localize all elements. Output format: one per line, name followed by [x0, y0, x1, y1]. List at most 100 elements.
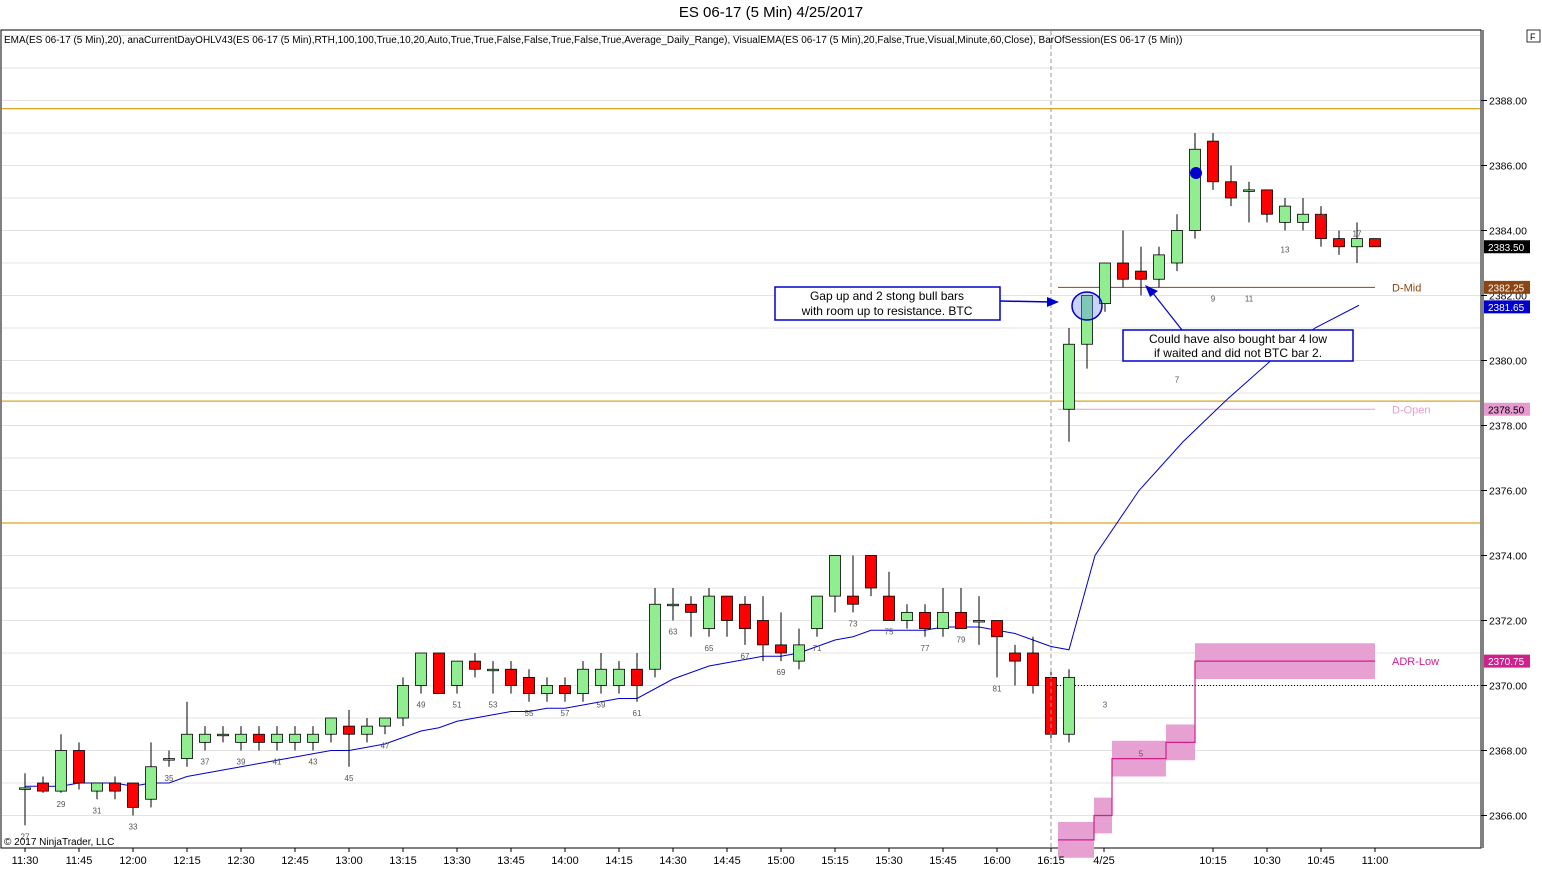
bar-number: 37: [201, 758, 210, 767]
bull-candle[interactable]: [793, 644, 805, 662]
bull-candle[interactable]: [1351, 238, 1363, 248]
entry-marker-dot: [1190, 167, 1202, 179]
bull-candle[interactable]: [397, 685, 409, 719]
bear-candle[interactable]: [109, 782, 121, 792]
x-tick-label: 14:00: [551, 855, 579, 867]
bull-candle[interactable]: [667, 603, 679, 607]
bear-candle[interactable]: [253, 733, 265, 743]
bull-candle[interactable]: [289, 733, 301, 743]
bull-candle[interactable]: [451, 660, 463, 686]
bear-candle[interactable]: [559, 685, 571, 695]
bull-candle[interactable]: [811, 595, 823, 630]
bull-candle[interactable]: [181, 733, 193, 760]
level-label-d-mid: D-Mid: [1392, 282, 1421, 294]
level-label-adr-low: ADR-Low: [1392, 656, 1439, 668]
bull-candle[interactable]: [1063, 343, 1075, 410]
bear-candle[interactable]: [1333, 238, 1345, 248]
bull-candle[interactable]: [55, 750, 67, 792]
bar-number: 51: [453, 701, 462, 710]
bull-candle[interactable]: [577, 668, 589, 695]
highlight-circle: [1071, 291, 1103, 321]
bar-number: 41: [273, 758, 282, 767]
bull-candle[interactable]: [1279, 205, 1291, 223]
x-tick-label: 14:30: [659, 855, 687, 867]
bear-candle[interactable]: [757, 620, 769, 646]
bull-candle[interactable]: [613, 668, 625, 686]
bear-candle[interactable]: [991, 620, 1003, 638]
bull-candle[interactable]: [1297, 213, 1309, 223]
corner-f-button[interactable]: F: [1526, 29, 1541, 43]
bull-candle[interactable]: [1153, 254, 1165, 280]
bear-candle[interactable]: [127, 782, 139, 808]
bull-candle[interactable]: [145, 766, 157, 800]
bear-candle[interactable]: [955, 611, 967, 630]
bull-candle[interactable]: [163, 758, 175, 761]
bull-candle[interactable]: [325, 717, 337, 735]
bear-candle[interactable]: [1261, 189, 1273, 215]
bull-candle[interactable]: [703, 595, 715, 630]
bar-number: 63: [669, 628, 678, 637]
x-tick-label: 16:00: [983, 855, 1011, 867]
bull-candle[interactable]: [199, 733, 211, 743]
bear-candle[interactable]: [739, 603, 751, 630]
bull-candle[interactable]: [1171, 230, 1183, 264]
bull-candle[interactable]: [829, 555, 841, 597]
bar-number: 39: [237, 758, 246, 767]
bear-candle[interactable]: [343, 725, 355, 735]
candlesticks: [19, 133, 1381, 826]
price-gridlines: [2, 35, 1480, 816]
bear-candle[interactable]: [685, 603, 697, 613]
bull-candle[interactable]: [487, 668, 499, 672]
bar-number: 69: [777, 668, 786, 677]
bear-candle[interactable]: [433, 652, 445, 695]
bar-number: 79: [957, 636, 966, 645]
bear-candle[interactable]: [1135, 270, 1147, 280]
x-tick-label: 4/25: [1093, 855, 1114, 867]
bear-candle[interactable]: [505, 668, 517, 686]
bear-candle[interactable]: [469, 660, 481, 670]
bull-candle[interactable]: [901, 611, 913, 621]
bull-candle[interactable]: [271, 733, 283, 743]
x-tick-label: 15:45: [929, 855, 957, 867]
bull-candle[interactable]: [91, 782, 103, 792]
bull-candle[interactable]: [649, 603, 661, 670]
bull-candle[interactable]: [235, 733, 247, 743]
bear-candle[interactable]: [1027, 652, 1039, 686]
bar-number: 31: [93, 806, 102, 815]
bear-candle[interactable]: [919, 611, 931, 630]
annotation-arrow-line: [999, 300, 1053, 303]
bull-candle[interactable]: [541, 685, 553, 695]
y-tick-label: 2376.00: [1489, 486, 1527, 498]
bull-candle[interactable]: [1189, 148, 1201, 231]
bull-candle[interactable]: [361, 725, 373, 735]
bull-candle[interactable]: [307, 733, 319, 743]
bear-candle[interactable]: [1009, 652, 1021, 662]
bar-number: 73: [849, 619, 858, 628]
bear-candle[interactable]: [883, 595, 895, 621]
bear-candle[interactable]: [523, 676, 535, 695]
bear-candle[interactable]: [1117, 262, 1129, 280]
price-chart[interactable]: 272931333537 39 41 43454749 51 5355 5759616365…: [0, 0, 1542, 893]
bull-candle[interactable]: [19, 787, 31, 790]
bull-candle[interactable]: [937, 611, 949, 630]
bull-candle[interactable]: [1063, 676, 1075, 735]
bear-candle[interactable]: [1225, 181, 1237, 199]
bear-candle[interactable]: [775, 644, 787, 654]
bear-candle[interactable]: [721, 595, 733, 621]
bull-candle[interactable]: [415, 652, 427, 686]
bull-candle[interactable]: [1099, 262, 1111, 305]
bull-candle[interactable]: [973, 620, 985, 623]
bull-candle[interactable]: [1243, 189, 1255, 192]
bull-candle[interactable]: [595, 668, 607, 686]
bear-candle[interactable]: [847, 595, 859, 605]
bear-candle[interactable]: [1207, 140, 1219, 183]
bear-candle[interactable]: [631, 668, 643, 686]
bull-candle[interactable]: [217, 733, 229, 737]
bear-candle[interactable]: [865, 555, 877, 589]
bar-number: 5: [1139, 749, 1144, 758]
bear-candle[interactable]: [73, 750, 85, 784]
bear-candle[interactable]: [37, 782, 49, 792]
bull-candle[interactable]: [379, 717, 391, 727]
y-tick-label: 2384.00: [1489, 226, 1527, 238]
bear-candle[interactable]: [1369, 238, 1381, 248]
